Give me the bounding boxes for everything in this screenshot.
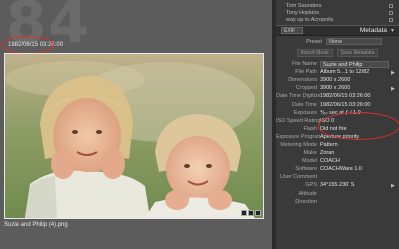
- metadata-row-date-time-digitized: Date Time Digitized 1982/06/15 03:26:00: [276, 92, 399, 100]
- field-value: 1982/06/15 03:26:00: [320, 93, 371, 100]
- grid-view: 84 1982/06/15 03:26:00 Suzie and Philip …: [0, 0, 272, 249]
- import-mode-button[interactable]: Import Mode: [296, 48, 333, 57]
- develop-badge-icon[interactable]: [255, 210, 261, 216]
- field-value: 3900 x 2600: [320, 85, 351, 92]
- metadata-row-software: Software COACHWare 1.0: [276, 165, 399, 173]
- photo-preview[interactable]: [5, 54, 263, 218]
- photo-thumbnail-cell[interactable]: [4, 53, 264, 219]
- metadata-row-user-comment: User Comment: [276, 173, 399, 181]
- metadata-row-file-path: File Path Album 5...1 to 12/82 ▶: [276, 68, 399, 76]
- preset-select[interactable]: None: [326, 38, 382, 45]
- field-value: 34°155.236' S: [320, 182, 355, 189]
- save-metadata-button[interactable]: Save Metadata: [336, 48, 379, 57]
- metadata-view-select[interactable]: EXIF: [281, 27, 303, 34]
- metadata-row-altitude: Altitude: [276, 190, 399, 198]
- red-annotation-ellipse: [318, 112, 399, 140]
- crop-icon[interactable]: ▶: [391, 86, 396, 92]
- collections-list: Tom Saunders Tony Hopkins way up to Acro…: [276, 0, 399, 25]
- collection-item[interactable]: way up to Acropolis: [286, 16, 393, 23]
- collection-label: Tony Hopkins: [286, 9, 320, 16]
- field-label: Exposure: [293, 109, 317, 116]
- field-label: Software: [295, 166, 317, 173]
- field-label: GPS: [305, 182, 317, 189]
- field-label: File Path: [295, 69, 317, 76]
- metadata-row-metering-mode: Metering Mode Pattern: [276, 141, 399, 149]
- field-label: Altitude: [298, 190, 317, 197]
- metadata-row-date-time: Date Time 1982/06/15 03:26:00: [276, 100, 399, 108]
- go-to-folder-icon[interactable]: ▶: [391, 70, 396, 76]
- checkbox-icon[interactable]: [389, 17, 393, 22]
- metadata-row-dimensions: Dimensions 3900 x 2600: [276, 76, 399, 84]
- metadata-panel-header: EXIF Metadata ▾: [276, 25, 399, 36]
- field-value: COACHWare 1.0: [320, 166, 362, 173]
- metadata-buttons: Import Mode Save Metadata: [276, 47, 399, 58]
- collection-label: Tom Saunders: [286, 2, 322, 9]
- red-annotation-ellipse: [2, 36, 54, 54]
- photo-filename-caption: Suzie and Philip (4).png: [4, 222, 68, 228]
- metadata-row-file-name: File Name Suzie and Philip: [276, 60, 399, 68]
- metadata-row-make: Make Zoran: [276, 149, 399, 157]
- metadata-badge-icon[interactable]: [241, 210, 247, 216]
- field-label: Flash: [303, 125, 317, 132]
- metadata-panel-title[interactable]: Metadata: [360, 27, 387, 34]
- thumbnail-badges: [241, 210, 261, 216]
- field-label: User Comment: [280, 174, 317, 181]
- field-label: Direction: [295, 198, 317, 205]
- field-label: Date Time Digitized: [276, 93, 320, 100]
- field-value: Album 5...1 to 12/82: [320, 69, 370, 76]
- file-name-input[interactable]: Suzie and Philip: [320, 60, 389, 68]
- metadata-row-cropped: Cropped 3900 x 2600 ▶: [276, 84, 399, 92]
- metadata-row-direction: Direction: [276, 198, 399, 206]
- field-label: Model: [302, 158, 317, 165]
- metadata-row-model: Model COACH: [276, 157, 399, 165]
- field-label: Cropped: [295, 85, 317, 92]
- field-value: Pattern: [320, 141, 338, 148]
- map-arrow-icon[interactable]: ▶: [391, 183, 396, 189]
- field-label: Date Time: [291, 101, 317, 108]
- field-value: COACH: [320, 158, 340, 165]
- field-label: File Name: [291, 61, 317, 68]
- field-label: Dimensions: [288, 77, 317, 84]
- collapse-triangle-icon[interactable]: ▾: [391, 27, 394, 34]
- preset-label: Preset: [306, 38, 322, 45]
- preset-row: Preset None: [276, 36, 399, 47]
- collection-label: way up to Acropolis: [286, 16, 334, 23]
- metadata-row-gps: GPS 34°155.236' S ▶: [276, 181, 399, 189]
- field-label: Exposure Program: [276, 133, 320, 140]
- field-value: 1982/06/15 03:26:00: [320, 101, 371, 108]
- crop-badge-icon[interactable]: [248, 210, 254, 216]
- checkbox-icon[interactable]: [389, 3, 393, 8]
- field-label: Make: [303, 150, 317, 157]
- field-value: 3900 x 2600: [320, 77, 351, 84]
- field-label: ISO Speed Rating: [276, 117, 320, 124]
- collection-item[interactable]: Tony Hopkins: [286, 9, 393, 16]
- field-label: Metering Mode: [280, 141, 317, 148]
- checkbox-icon[interactable]: [389, 10, 393, 15]
- collection-item[interactable]: Tom Saunders: [286, 2, 393, 9]
- field-value: Zoran: [320, 150, 335, 157]
